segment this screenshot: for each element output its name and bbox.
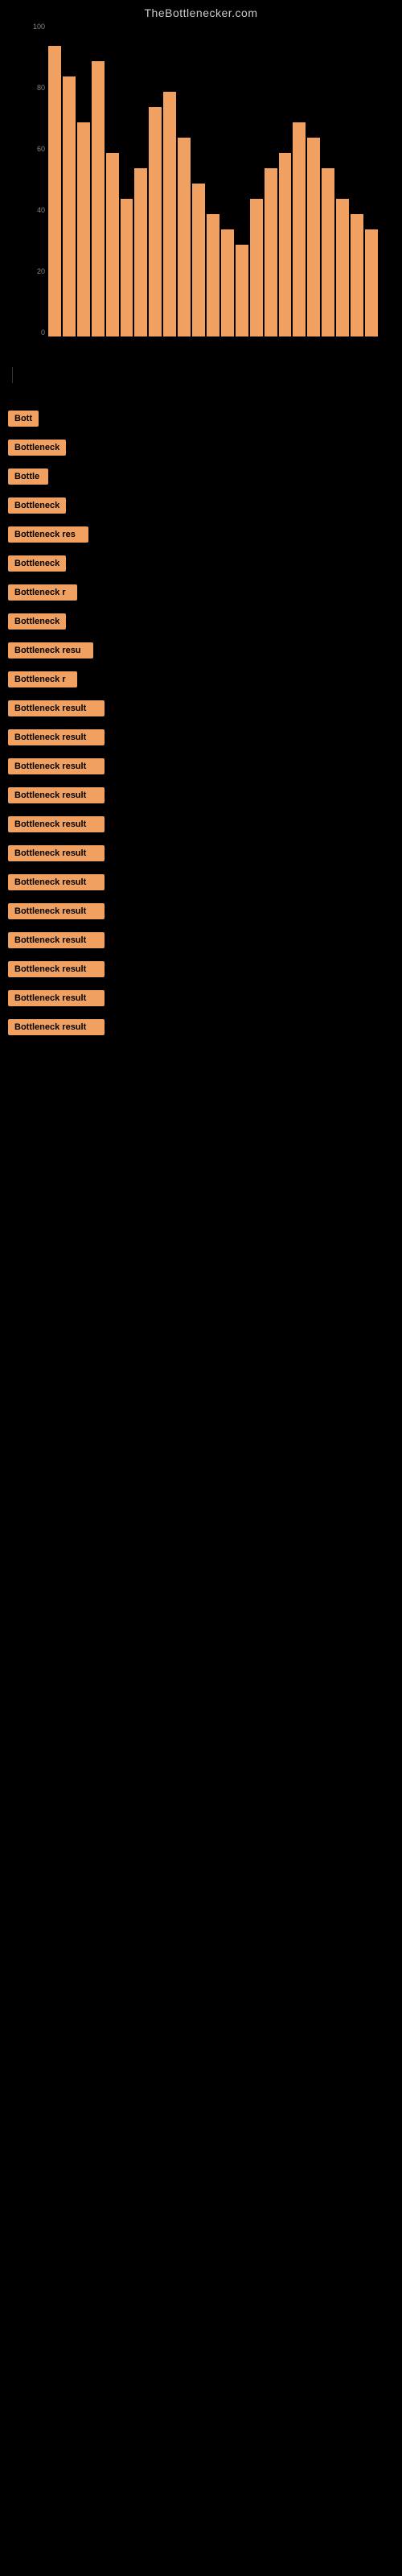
chart-bar	[134, 168, 147, 336]
site-title: TheBottlenecker.com	[0, 0, 402, 23]
y-axis-label: 80	[37, 84, 45, 92]
results-section: Bott Bottleneck Bottle Bottleneck Bottleneck…	[0, 411, 402, 1043]
result-row: Bottleneck	[8, 613, 394, 638]
bottleneck-result-badge: Bottleneck resu	[8, 642, 93, 658]
bottleneck-result-badge: Bottleneck	[8, 555, 66, 572]
chart-y-axis: 100 80 60 40 20 0	[16, 23, 48, 336]
y-axis-label: 60	[37, 145, 45, 153]
chart-bar	[163, 92, 176, 336]
bottleneck-result-badge: Bottle	[8, 469, 48, 485]
y-axis-label: 40	[37, 206, 45, 214]
y-axis-label: 100	[33, 23, 45, 31]
chart-bar	[250, 199, 263, 336]
chart-x-axis	[48, 336, 386, 361]
chart-bar	[351, 214, 363, 336]
chart-bar	[77, 122, 90, 336]
chart-bar	[307, 138, 320, 336]
bottleneck-result-badge: Bottleneck res	[8, 526, 88, 543]
result-row: Bottleneck result	[8, 787, 394, 811]
chart-bar	[92, 61, 105, 336]
result-row: Bott	[8, 411, 394, 435]
chart-bar	[336, 199, 349, 336]
result-row: Bottleneck result	[8, 990, 394, 1014]
chart-bar	[265, 168, 277, 336]
result-row: Bottleneck result	[8, 903, 394, 927]
divider-2	[12, 390, 13, 394]
result-row: Bottleneck result	[8, 729, 394, 753]
chart-bar	[149, 107, 162, 336]
result-row: Bottle	[8, 469, 394, 493]
chart-bar	[121, 199, 133, 336]
bottleneck-result-badge: Bottleneck result	[8, 961, 105, 977]
bottleneck-result-badge: Bottleneck	[8, 440, 66, 456]
bottleneck-result-badge: Bottleneck	[8, 613, 66, 630]
bottleneck-result-badge: Bottleneck r	[8, 671, 77, 687]
result-row: Bottleneck r	[8, 584, 394, 609]
divider	[12, 367, 13, 383]
bottleneck-result-badge: Bottleneck result	[8, 1019, 105, 1035]
result-row: Bottleneck result	[8, 816, 394, 840]
chart-bar	[322, 168, 334, 336]
result-row: Bottleneck	[8, 555, 394, 580]
result-row: Bottleneck result	[8, 700, 394, 724]
result-row: Bottleneck res	[8, 526, 394, 551]
bottleneck-result-badge: Bottleneck	[8, 497, 66, 514]
chart-bar	[236, 245, 248, 336]
y-axis-label: 0	[41, 328, 45, 336]
bottleneck-result-badge: Bottleneck result	[8, 874, 105, 890]
result-row: Bottleneck r	[8, 671, 394, 696]
result-row: Bottleneck result	[8, 932, 394, 956]
chart-bar	[279, 153, 292, 336]
y-axis-label: 20	[37, 267, 45, 275]
bottleneck-result-badge: Bottleneck result	[8, 845, 105, 861]
result-row: Bottleneck result	[8, 874, 394, 898]
bottleneck-result-badge: Bottleneck result	[8, 903, 105, 919]
result-row: Bottleneck	[8, 497, 394, 522]
chart-bar	[293, 122, 306, 336]
bottleneck-result-badge: Bottleneck result	[8, 758, 105, 774]
chart-bars	[48, 31, 378, 336]
chart-bar	[178, 138, 191, 336]
result-row: Bottleneck	[8, 440, 394, 464]
chart-bar	[221, 229, 234, 336]
chart-bar	[365, 229, 378, 336]
bottleneck-result-badge: Bottleneck result	[8, 700, 105, 716]
bottleneck-result-badge: Bottleneck r	[8, 584, 77, 601]
bottleneck-result-badge: Bott	[8, 411, 39, 427]
bottleneck-result-badge: Bottleneck result	[8, 816, 105, 832]
result-row: Bottleneck resu	[8, 642, 394, 667]
bottleneck-result-badge: Bottleneck result	[8, 729, 105, 745]
chart-bar	[48, 46, 61, 336]
bottleneck-result-badge: Bottleneck result	[8, 787, 105, 803]
chart-bar	[207, 214, 219, 336]
bottleneck-result-badge: Bottleneck result	[8, 932, 105, 948]
result-row: Bottleneck result	[8, 845, 394, 869]
result-row: Bottleneck result	[8, 961, 394, 985]
chart-bar	[63, 76, 76, 336]
result-row: Bottleneck result	[8, 758, 394, 782]
chart-bar	[192, 184, 205, 336]
bottleneck-result-badge: Bottleneck result	[8, 990, 105, 1006]
result-row: Bottleneck result	[8, 1019, 394, 1043]
chart-area: 100 80 60 40 20 0	[16, 23, 386, 361]
chart-bar	[106, 153, 119, 336]
